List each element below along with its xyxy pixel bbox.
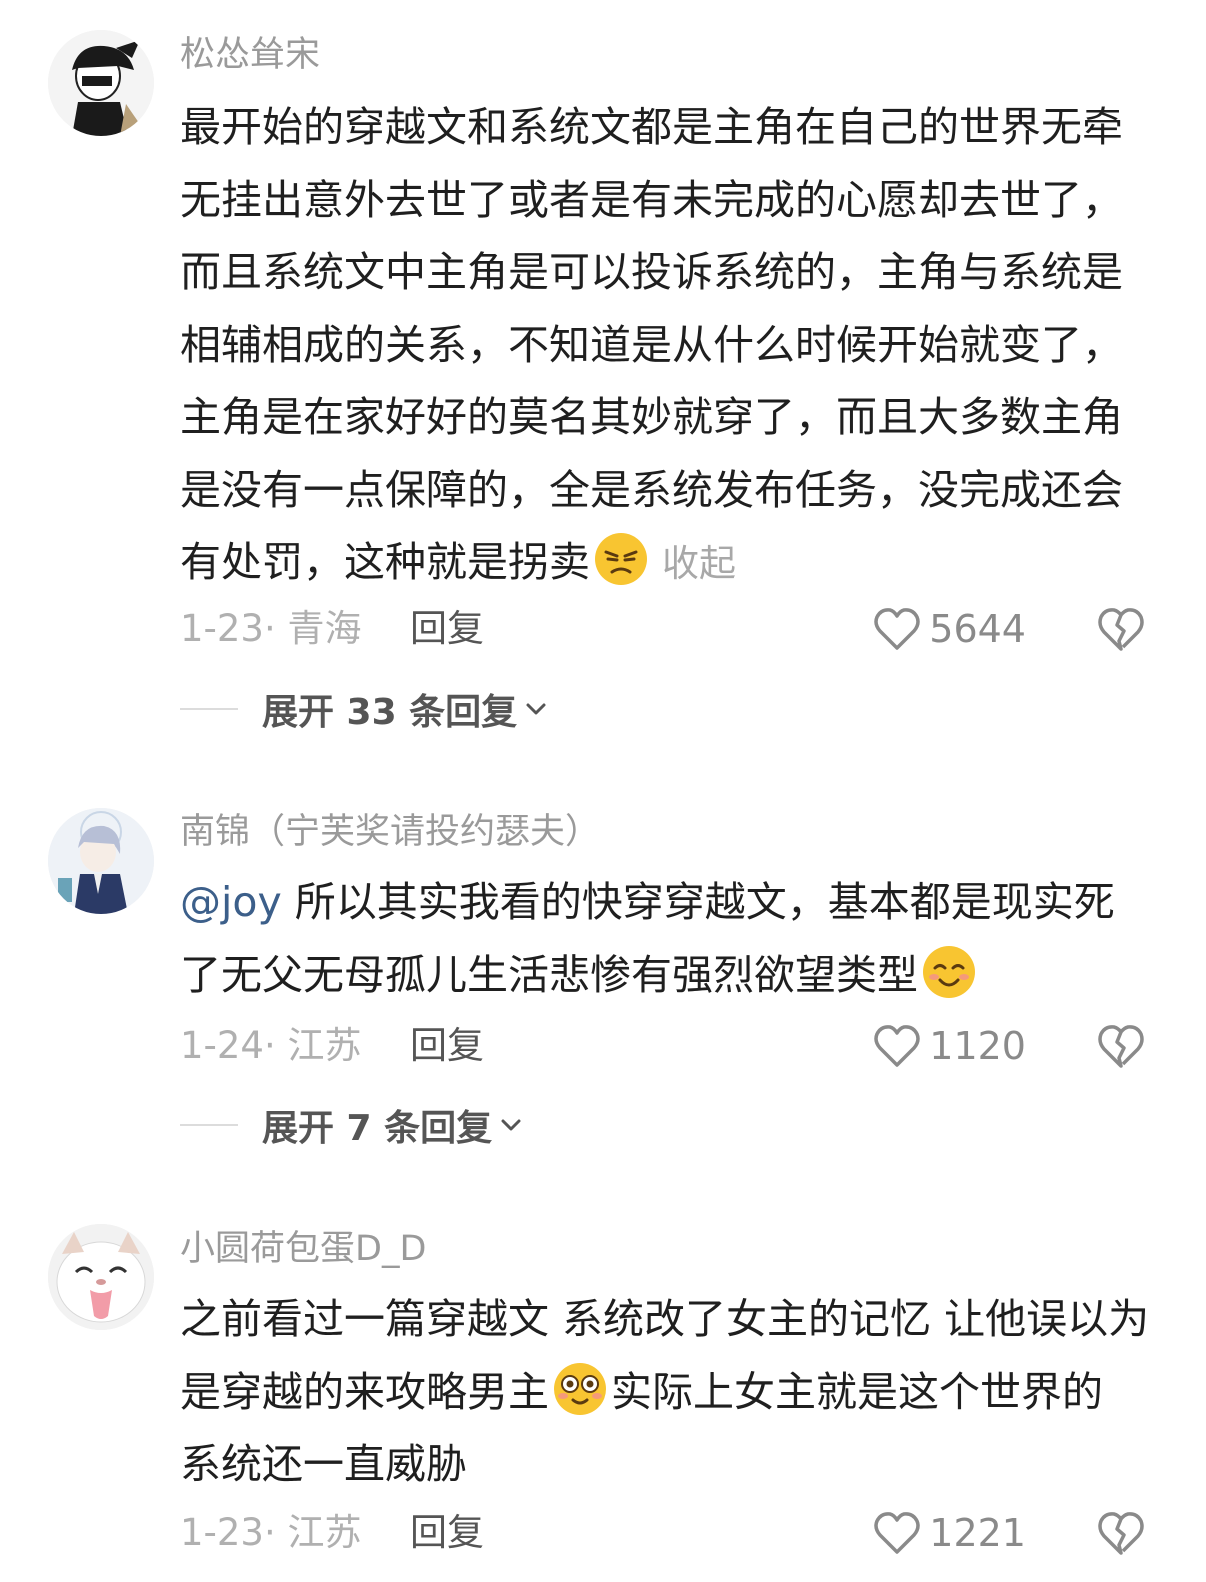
divider [180, 1124, 238, 1126]
dislike-button[interactable] [1096, 605, 1146, 653]
expand-replies-label: 展开 33 条回复 [262, 692, 518, 733]
avatar[interactable] [48, 808, 154, 914]
expand-replies-label: 展开 7 条回复 [262, 1108, 493, 1149]
reply-button[interactable]: 回复 [410, 1021, 484, 1071]
annoyed-face-emoji [592, 530, 650, 588]
like-count: 5644 [929, 607, 1026, 651]
username[interactable]: 小圆荷包蛋D_D [180, 1225, 426, 1273]
comment-meta: 1-23· 青海 [180, 607, 362, 650]
divider [180, 708, 238, 710]
mention-link[interactable]: @joy [180, 878, 282, 926]
comment-text: @joy 所以其实我看的快穿穿越文，基本都是现实死了无父无母孤儿生活悲惨有强烈欲… [180, 866, 1155, 1011]
reply-button[interactable]: 回复 [410, 604, 484, 654]
like-button[interactable]: 5644 [873, 604, 1026, 654]
collapse-link[interactable]: 收起 [662, 542, 736, 585]
heart-icon [874, 1025, 921, 1067]
comment-meta: 1-23· 江苏 [180, 1511, 362, 1554]
broken-heart-icon [1098, 1025, 1144, 1068]
like-count: 1120 [929, 1024, 1026, 1068]
dizzy-eyes-emoji [551, 1360, 609, 1418]
comment-text: 之前看过一篇穿越文 系统改了女主的记忆 让他误以为是穿越的来攻略男主 实际上女主就… [180, 1283, 1155, 1501]
broken-heart-icon [1098, 1512, 1144, 1555]
reply-button[interactable]: 回复 [410, 1508, 484, 1558]
like-button[interactable]: 1120 [873, 1021, 1026, 1071]
comment-meta: 1-24· 江苏 [180, 1024, 362, 1067]
expand-replies[interactable]: 展开 33 条回复 [180, 684, 549, 734]
broken-heart-icon [1098, 608, 1144, 651]
comment-text: 最开始的穿越文和系统文都是主角在自己的世界无牵无挂出意外去世了或者是有未完成的心… [180, 91, 1155, 601]
heart-icon [874, 608, 921, 650]
chevron-down-icon [526, 703, 546, 715]
avatar[interactable] [48, 1224, 154, 1330]
heart-icon [874, 1512, 921, 1554]
chevron-down-icon [501, 1119, 521, 1131]
username[interactable]: 松怂耸宋 [180, 31, 320, 79]
expand-replies[interactable]: 展开 7 条回复 [180, 1100, 524, 1150]
comment-list: 松怂耸宋 最开始的穿越文和系统文都是主角在自己的世界无牵无挂出意外去世了或者是有… [0, 0, 1206, 1582]
smiling-face-emoji [920, 943, 978, 1001]
comment-body: 最开始的穿越文和系统文都是主角在自己的世界无牵无挂出意外去世了或者是有未完成的心… [180, 103, 1123, 586]
dislike-button[interactable] [1096, 1509, 1146, 1557]
dislike-button[interactable] [1096, 1022, 1146, 1070]
username[interactable]: 南锦（宁芙奖请投约瑟夫） [180, 808, 600, 856]
like-count: 1221 [929, 1511, 1026, 1555]
like-button[interactable]: 1221 [873, 1508, 1026, 1558]
avatar[interactable] [48, 30, 154, 136]
